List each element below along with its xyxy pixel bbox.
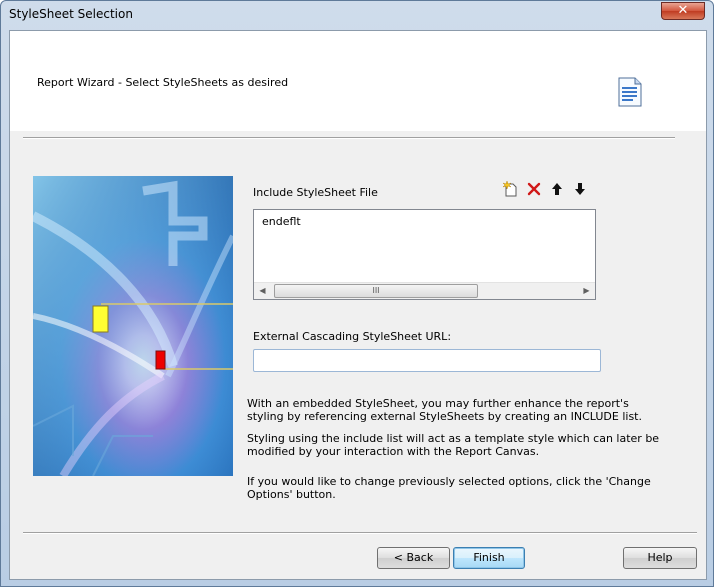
document-icon [618, 77, 642, 107]
wizard-step-title: Report Wizard - Select StyleSheets as de… [37, 76, 289, 89]
info-paragraph-3: If you would like to change previously s… [247, 475, 651, 501]
css-url-input[interactable] [253, 349, 601, 372]
css-url-label: External Cascading StyleSheet URL: [253, 330, 452, 343]
scroll-left-icon[interactable]: ◀ [254, 283, 271, 299]
delete-icon [527, 182, 541, 196]
info-paragraph-2: Styling using the include list will act … [247, 432, 660, 458]
wizard-header: Report Wizard - Select StyleSheets as de… [10, 31, 706, 131]
help-button[interactable]: Help [623, 547, 697, 569]
scrollbar-thumb[interactable]: III [274, 284, 478, 298]
close-icon: ✕ [677, 3, 689, 18]
back-button[interactable]: < Back [377, 547, 450, 569]
dialog-window: StyleSheet Selection ✕ Report Wizard - S… [0, 0, 714, 587]
move-up-icon [552, 183, 562, 195]
close-button[interactable]: ✕ [661, 2, 705, 20]
info-paragraph-1: With an embedded StyleSheet, you may fur… [247, 397, 642, 423]
horizontal-scrollbar[interactable]: ◀ III ▶ [254, 282, 595, 299]
header-separator [23, 137, 675, 139]
delete-stylesheet-button[interactable] [525, 181, 543, 199]
footer-separator [23, 532, 697, 534]
new-stylesheet-button[interactable] [502, 180, 520, 199]
finish-button[interactable]: Finish [453, 547, 525, 569]
list-item[interactable]: endeflt [262, 215, 301, 228]
include-stylesheet-label: Include StyleSheet File [253, 186, 378, 199]
wizard-banner-image [33, 176, 233, 476]
move-down-icon [575, 183, 585, 195]
scroll-right-icon[interactable]: ▶ [578, 283, 595, 299]
new-icon [502, 180, 517, 197]
include-stylesheet-list[interactable]: endeflt ◀ III ▶ [253, 209, 596, 300]
move-down-button[interactable] [571, 181, 589, 199]
dialog-client-area: Report Wizard - Select StyleSheets as de… [9, 30, 707, 580]
window-title: StyleSheet Selection [9, 7, 133, 21]
move-up-button[interactable] [548, 181, 566, 199]
